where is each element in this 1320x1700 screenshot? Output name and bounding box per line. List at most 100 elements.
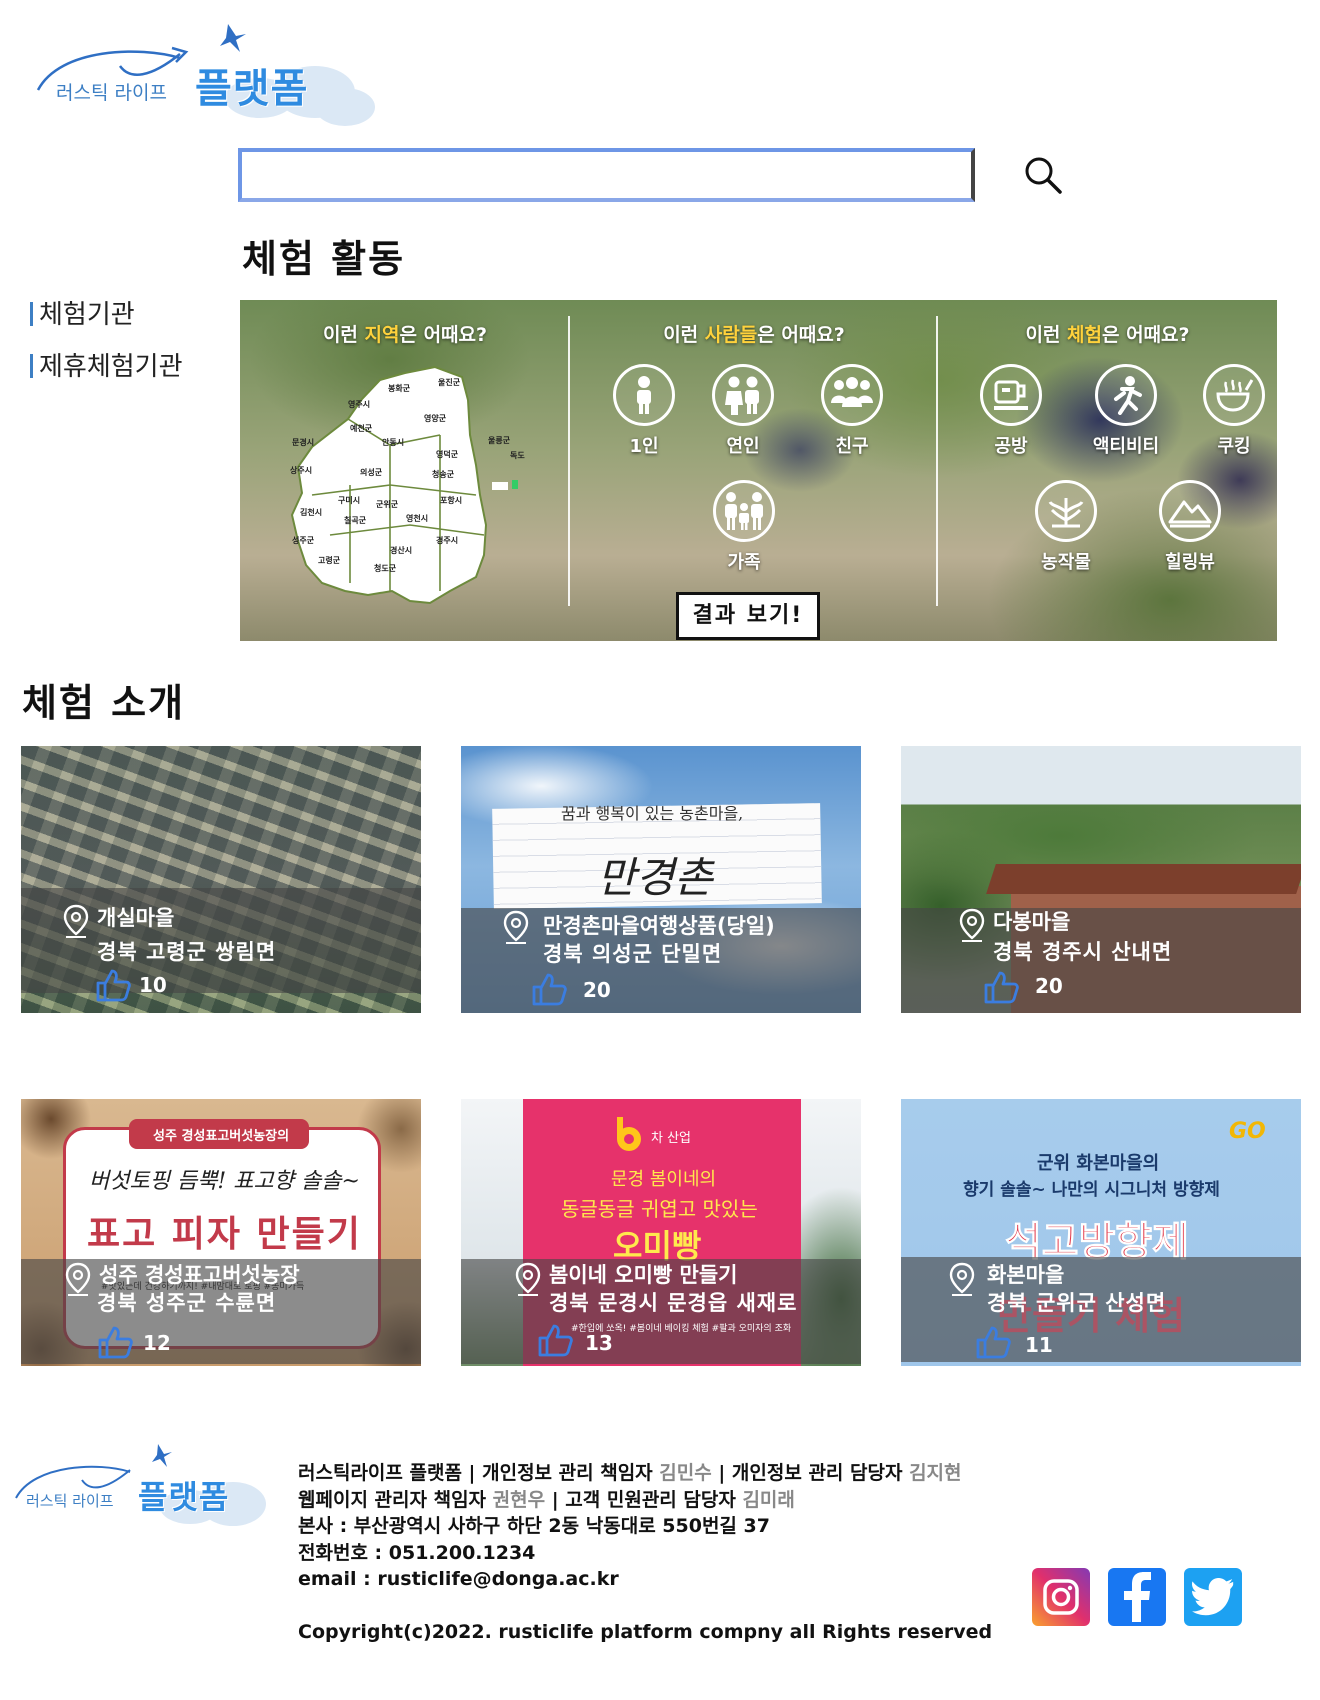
site-logo[interactable]: 러스틱 라이프 플랫폼	[30, 18, 375, 126]
experience-option-crops[interactable]: 농작물	[1026, 480, 1106, 574]
workshop-icon	[994, 380, 1028, 410]
map-region-label[interactable]: 군위군	[376, 499, 398, 510]
card-address: 경북 문경시 문경읍 새재로	[549, 1291, 798, 1315]
map-region-label[interactable]: 칠곡군	[344, 515, 366, 526]
logo-small-text: 러스틱 라이프	[26, 1492, 114, 1510]
card-image-line2: 동글동글 귀엽고 맛있는	[561, 1197, 758, 1221]
cooking-icon	[1216, 379, 1254, 412]
map-region-label[interactable]: 경주시	[436, 535, 458, 546]
card-image-line1: 군위 화본마을의	[1037, 1153, 1160, 1174]
card-image-roof	[986, 864, 1301, 894]
logo-big-text: 플랫폼	[195, 66, 309, 112]
people-option-single[interactable]: 1인	[604, 364, 684, 458]
search-button[interactable]	[1022, 154, 1066, 198]
facebook-icon	[1124, 1572, 1151, 1622]
family-icon	[725, 492, 763, 530]
region-filter: 이런 지역은 어때요? 봉화군 울진군 영주시 예천군 영양군 문경시 안동시 영덕군 울릉군 상…	[240, 300, 570, 641]
like-thumb-icon[interactable]	[983, 970, 1019, 1004]
map-region-label[interactable]: 청송군	[432, 469, 454, 480]
card-image-line1: 버섯토핑 듬뿍! 표고향 솔솔~	[89, 1169, 360, 1194]
map-region-label[interactable]: 봉화군	[388, 383, 410, 394]
search-input[interactable]	[242, 152, 971, 198]
people-option-family[interactable]: 가족	[704, 480, 784, 574]
card-image-badge-text: 성주 경성표고버섯농장의	[153, 1129, 290, 1144]
experience-card-bomine-omi-bread[interactable]: 차 산업 문경 봄이네의 동글동글 귀엽고 맛있는 오미빵 #한입에 쏘옥! #…	[461, 1099, 861, 1366]
map-region-label[interactable]: 안동시	[382, 437, 404, 448]
people-option-friends[interactable]: 친구	[812, 364, 892, 458]
like-thumb-icon[interactable]	[95, 968, 131, 1002]
map-region-label[interactable]: 구미시	[338, 495, 360, 506]
map-region-label[interactable]: 경산시	[390, 545, 412, 556]
sidebar-item-experience-institutions[interactable]: 체험기관	[30, 294, 135, 331]
card-image-line1: 문경 봄이네의	[611, 1169, 717, 1190]
like-thumb-icon[interactable]	[531, 972, 567, 1006]
card-like-count: 20	[583, 978, 611, 1002]
single-person-icon	[637, 376, 651, 414]
experience-option-activity[interactable]: 액티비티	[1086, 364, 1166, 458]
experience-filter: 이런 체험은 어때요? 공방 액티비티 쿠킹 농작물 힐링뷰	[938, 300, 1277, 641]
sidebar-item-partner-institutions[interactable]: 제휴체험기관	[30, 346, 183, 383]
map-region-label[interactable]: 김천시	[300, 507, 322, 518]
option-label: 가족	[727, 552, 761, 573]
card-image-logo: GO	[1229, 1119, 1266, 1144]
map-region-label[interactable]: 울진군	[438, 377, 460, 388]
experience-option-workshop[interactable]: 공방	[971, 364, 1051, 458]
search-box	[238, 148, 975, 202]
card-address: 경북 고령군 쌍림면	[97, 940, 277, 964]
card-image-line2: 향기 솔솔~ 나만의 시그니처 방향제	[963, 1180, 1220, 1200]
twitter-link[interactable]	[1184, 1568, 1242, 1626]
activity-filter-banner: 이런 지역은 어때요? 봉화군 울진군 영주시 예천군 영양군 문경시 안동시 영덕군 울릉군 상…	[240, 300, 1277, 641]
activity-section-title: 체험 활동	[242, 237, 406, 281]
logo-big-text: 플랫폼	[138, 1478, 230, 1516]
map-region-label[interactable]: 영주시	[348, 399, 370, 410]
experience-filter-heading: 이런 체험은 어때요?	[1025, 324, 1190, 346]
friends-icon	[831, 377, 873, 407]
sidebar-item-label: 제휴체험기관	[39, 352, 183, 382]
like-thumb-icon[interactable]	[975, 1325, 1011, 1359]
like-thumb-icon[interactable]	[537, 1323, 573, 1357]
people-option-couple[interactable]: 연인	[703, 364, 783, 458]
map-region-label[interactable]: 의성군	[360, 467, 382, 478]
option-label: 1인	[629, 436, 659, 457]
map-region-label[interactable]: 고령군	[318, 555, 340, 566]
map-region-label[interactable]: 성주군	[292, 535, 314, 546]
option-label: 농작물	[1041, 552, 1091, 573]
card-name: 만경촌마을여행상품(당일)	[543, 914, 775, 938]
card-like-count: 20	[1035, 974, 1063, 998]
card-like-count: 13	[585, 1331, 613, 1355]
footer-logo[interactable]: 러스틱 라이프 플랫폼	[10, 1440, 270, 1530]
card-like-count: 10	[139, 973, 167, 997]
map-region-label[interactable]: 영양군	[424, 413, 446, 424]
show-results-button[interactable]: 결과 보기!	[676, 592, 820, 640]
map-labels: 봉화군 울진군영주시예천군 영양군문경시 안동시영덕군 울릉군상주시 의성군 청송군포항시 구…	[240, 355, 570, 635]
experience-option-cooking[interactable]: 쿠킹	[1194, 364, 1274, 458]
experience-card-gyeongseong-mushroom[interactable]: 성주 경성표고버섯농장의 버섯토핑 듬뿍! 표고향 솔솔~ 표고 피자 만들기 …	[21, 1099, 421, 1366]
card-address: 경북 의성군 단밀면	[543, 942, 723, 966]
experience-card-mangyeongchon[interactable]: 꿈과 행복이 있는 농촌마을, 만경촌 만경촌마을여행상품(당일) 경북 의성군…	[461, 746, 861, 1013]
experience-card-dabong[interactable]: 다봉마을 경북 경주시 산내면 20	[901, 746, 1301, 1013]
map-region-label[interactable]: 독도	[510, 450, 525, 461]
map-region-label[interactable]: 영덕군	[436, 449, 458, 460]
footer-copyright: Copyright(c)2022. rusticlife platform co…	[298, 1620, 993, 1643]
facebook-link[interactable]	[1108, 1568, 1166, 1626]
map-region-label[interactable]: 청도군	[374, 563, 396, 574]
experience-card-gaesil[interactable]: 개실마을 경북 고령군 쌍림면 10	[21, 746, 421, 1013]
crops-icon	[1048, 498, 1084, 528]
people-filter: 이런 사람들은 어때요? 1인 연인 친구 가족 결과 보기!	[570, 300, 938, 641]
map-region-label[interactable]: 예천군	[350, 423, 372, 434]
instagram-icon	[1043, 1579, 1079, 1615]
experience-card-hwabon[interactable]: GO 군위 화본마을의 향기 솔솔~ 나만의 시그니처 방향제 석고방향제 만들…	[901, 1099, 1301, 1366]
map-region-label[interactable]: 영천시	[406, 513, 428, 524]
card-image-line2: 표고 피자 만들기	[87, 1214, 362, 1255]
like-thumb-icon[interactable]	[97, 1325, 133, 1359]
footer-person-name: 김지현	[909, 1462, 962, 1484]
sidebar-item-label: 체험기관	[39, 300, 135, 330]
footer-web-managers-line: 웹페이지 관리자 책임자 권현우 | 고객 민원관리 담당자 김미래	[298, 1487, 992, 1514]
map-region-label[interactable]: 울릉군	[488, 435, 510, 446]
map-region-label[interactable]: 문경시	[292, 437, 314, 448]
experience-option-healing-view[interactable]: 힐링뷰	[1150, 480, 1230, 574]
instagram-link[interactable]	[1032, 1568, 1090, 1626]
map-region-label[interactable]: 상주시	[290, 465, 312, 476]
map-region-label[interactable]: 포항시	[440, 495, 462, 506]
card-like-count: 12	[143, 1331, 171, 1355]
